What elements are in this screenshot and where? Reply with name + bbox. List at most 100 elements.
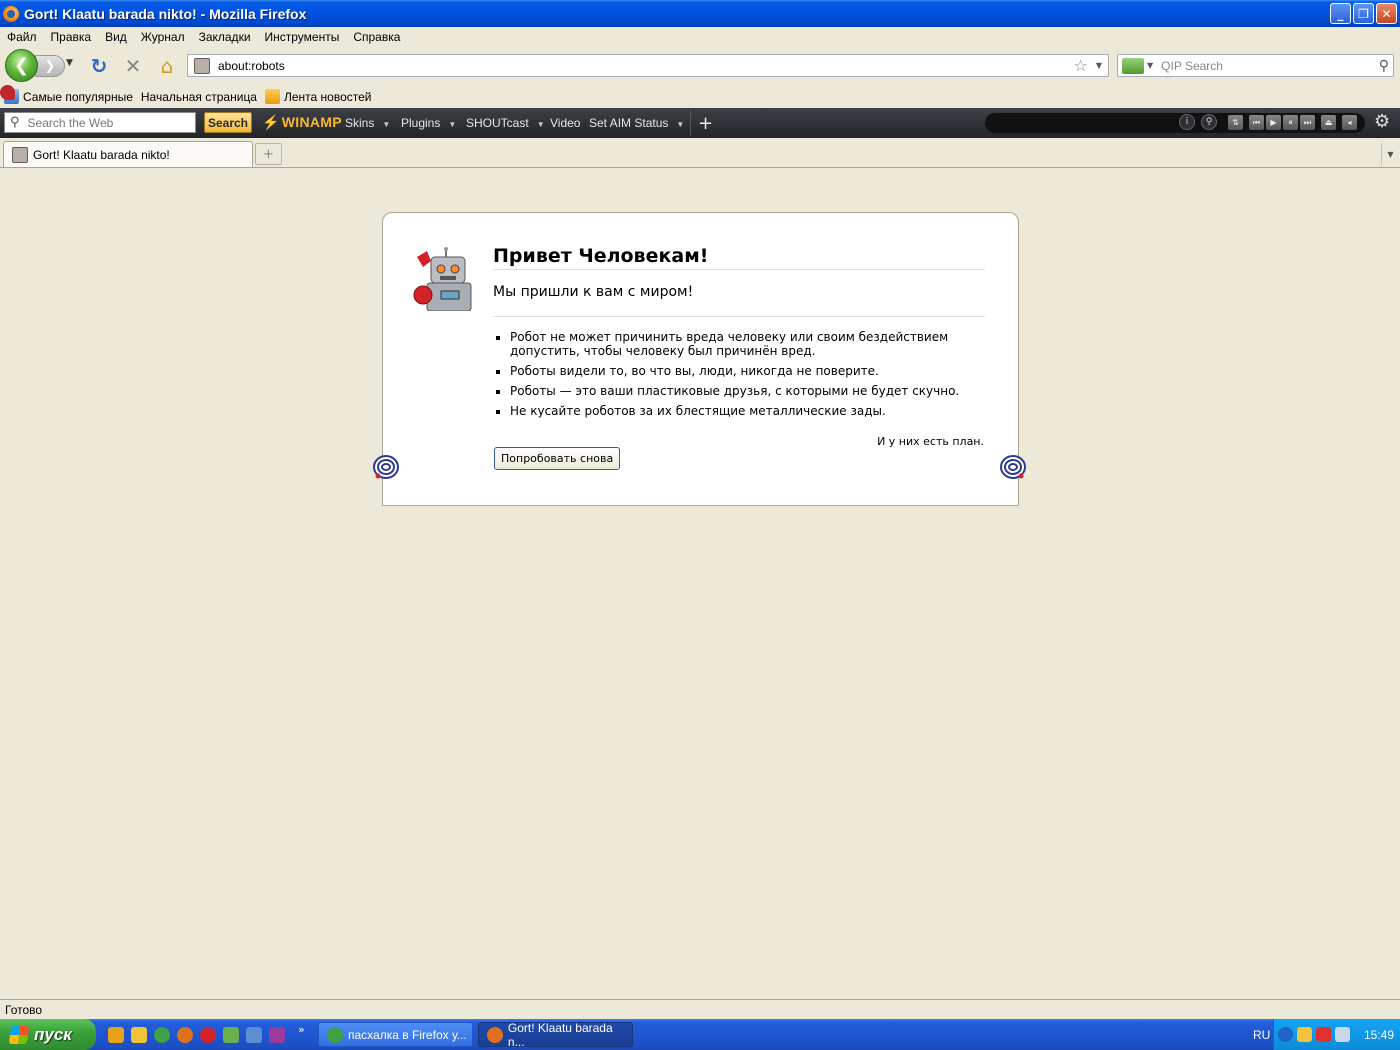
winamp-menu-video[interactable]: Video <box>550 116 580 130</box>
try-again-button[interactable]: Попробовать снова <box>494 447 621 470</box>
winamp-search-button[interactable]: Search <box>204 112 252 133</box>
menu-edit[interactable]: Правка <box>44 30 99 44</box>
bolt-decoration-icon <box>373 455 399 479</box>
notes-icon[interactable] <box>131 1027 147 1043</box>
bookmark-most-visited[interactable]: Самые популярные <box>4 89 133 104</box>
firefox-icon <box>3 5 19 22</box>
winamp-menu-plugins[interactable]: Plugins ▼ <box>401 116 456 130</box>
url-dropdown-icon[interactable]: ▼ <box>1096 61 1102 70</box>
robot-image <box>413 247 479 311</box>
pause-icon[interactable]: ⏸ <box>1283 115 1298 130</box>
opera-icon[interactable] <box>200 1027 216 1043</box>
bolt-decoration-icon <box>1000 455 1026 479</box>
menu-file[interactable]: Файл <box>0 30 44 44</box>
rss-icon <box>264 89 280 104</box>
menu-label: Video <box>550 116 581 130</box>
shuffle-icon[interactable]: ⇅ <box>1228 115 1243 130</box>
clock: 15:49 <box>1364 1027 1395 1042</box>
tray-notes-icon[interactable] <box>1297 1027 1312 1042</box>
search-icon: ⚲ <box>10 115 20 130</box>
arrow-right-icon: ❯ <box>44 58 56 74</box>
bookmark-label: Лента новостей <box>283 89 372 104</box>
search-icon[interactable]: ⚲ <box>1201 114 1217 130</box>
list-item: Роботы видели то, во что вы, люди, никог… <box>510 364 980 378</box>
taskbar-item-firefox[interactable]: Gort! Klaatu barada n... <box>478 1021 633 1049</box>
home-icon[interactable]: ⌂ <box>155 54 179 78</box>
play-icon[interactable]: ▶ <box>1266 115 1281 130</box>
winamp-menu-skins[interactable]: Skins ▼ <box>345 116 390 130</box>
window-titlebar[interactable]: Gort! Klaatu barada nikto! - Mozilla Fir… <box>0 0 1400 27</box>
divider <box>493 269 985 270</box>
winamp-menu-shoutcast[interactable]: SHOUTcast ▼ <box>466 116 545 130</box>
engine-dropdown-icon[interactable]: ▼ <box>1147 61 1153 70</box>
start-button[interactable]: пуск <box>0 1019 96 1050</box>
next-icon[interactable]: ⏭ <box>1300 115 1315 130</box>
windows-logo-icon <box>8 1025 30 1044</box>
minimize-button[interactable]: _ <box>1330 3 1351 24</box>
menu-help[interactable]: Справка <box>346 30 407 44</box>
package-icon[interactable] <box>246 1027 262 1043</box>
status-text: Готово <box>5 1002 43 1017</box>
previous-icon[interactable]: ⏮ <box>1249 115 1264 130</box>
menu-history[interactable]: Журнал <box>134 30 192 44</box>
forward-button[interactable]: ❯ <box>35 55 65 77</box>
bookmark-start-page[interactable]: Начальная страница <box>0 85 257 104</box>
utility-icon[interactable] <box>223 1027 239 1043</box>
winamp-menu-aim-status[interactable]: Set AIM Status ▼ <box>589 116 684 130</box>
search-icon[interactable]: ⚲ <box>1379 58 1389 74</box>
winamp-search-field[interactable]: ⚲ Search the Web <box>4 112 196 133</box>
menu-bookmarks[interactable]: Закладки <box>192 30 258 44</box>
maximize-button[interactable]: ❐ <box>1353 3 1374 24</box>
task-label: пасхалка в Firefox у... <box>348 1027 467 1042</box>
stop-icon[interactable]: ✕ <box>121 54 145 78</box>
tab-list-dropdown-icon[interactable]: ▼ <box>1381 143 1399 165</box>
caret-down-icon: ▼ <box>448 120 457 129</box>
chrome-icon[interactable] <box>154 1027 170 1043</box>
add-icon[interactable]: + <box>690 110 720 136</box>
tray-messenger-icon[interactable] <box>1335 1027 1350 1042</box>
bookmark-star-icon[interactable]: ☆ <box>1074 56 1088 75</box>
back-button[interactable]: ❮ <box>5 49 38 82</box>
url-bar[interactable]: about:robots ☆ ▼ <box>187 54 1109 77</box>
reload-icon[interactable]: ↻ <box>87 54 111 78</box>
taskbar-item-chrome[interactable]: пасхалка в Firefox у... <box>318 1022 473 1047</box>
winamp-toolbar: ⚲ Search the Web Search ⚡ WINAMP Skins ▼ P… <box>0 108 1400 138</box>
tab-bar: Gort! Klaatu barada nikto! + ▼ <box>0 138 1400 168</box>
tray-antivirus-icon[interactable] <box>1316 1027 1331 1042</box>
history-dropdown-icon[interactable]: ▼ <box>66 58 73 68</box>
menu-label: Set AIM Status <box>589 116 669 130</box>
new-tab-button[interactable]: + <box>255 143 282 165</box>
tab-active[interactable]: Gort! Klaatu barada nikto! <box>3 141 253 167</box>
quicklaunch-more-icon[interactable]: » <box>298 1023 305 1036</box>
firefox-icon[interactable] <box>177 1027 193 1043</box>
calendar-icon[interactable] <box>269 1027 285 1043</box>
site-favicon-icon <box>194 57 210 74</box>
menu-tools[interactable]: Инструменты <box>258 30 347 44</box>
eject-icon[interactable]: ⏏ <box>1321 115 1336 130</box>
aimp-icon[interactable] <box>108 1027 124 1043</box>
winamp-search-input[interactable]: Search the Web <box>28 116 114 130</box>
plan-text: И у них есть план. <box>877 435 984 448</box>
bookmark-news-feed[interactable]: Лента новостей <box>264 89 372 104</box>
url-input[interactable]: about:robots <box>218 59 1074 73</box>
search-bar[interactable]: ▼ QIP Search ⚲ <box>1117 54 1394 77</box>
info-icon[interactable]: i <box>1179 114 1195 130</box>
caret-down-icon: ▼ <box>536 120 545 129</box>
arrow-left-icon: ❮ <box>13 55 30 76</box>
volume-icon[interactable]: ◂ <box>1342 115 1357 130</box>
divider <box>493 316 985 317</box>
menu-view[interactable]: Вид <box>98 30 134 44</box>
page-heading: Привет Человекам! <box>493 245 709 267</box>
winamp-logo[interactable]: ⚡ WINAMP <box>262 114 342 131</box>
page-content: Привет Человекам! Мы пришли к вам с миро… <box>0 168 1400 999</box>
menu-bar: Файл Правка Вид Журнал Закладки Инструме… <box>0 27 1400 46</box>
search-input[interactable]: QIP Search <box>1161 59 1379 73</box>
menu-label: Skins <box>345 116 375 130</box>
language-indicator[interactable]: RU <box>1253 1028 1270 1042</box>
lightning-icon: ⚡ <box>262 114 280 130</box>
list-item: Не кусайте роботов за их блестящие метал… <box>510 404 980 418</box>
tray-collapse-icon[interactable] <box>1278 1027 1293 1042</box>
gear-icon[interactable]: ⚙ <box>1374 111 1390 132</box>
close-button[interactable]: ✕ <box>1376 3 1397 24</box>
search-engine-icon[interactable] <box>1122 57 1144 74</box>
